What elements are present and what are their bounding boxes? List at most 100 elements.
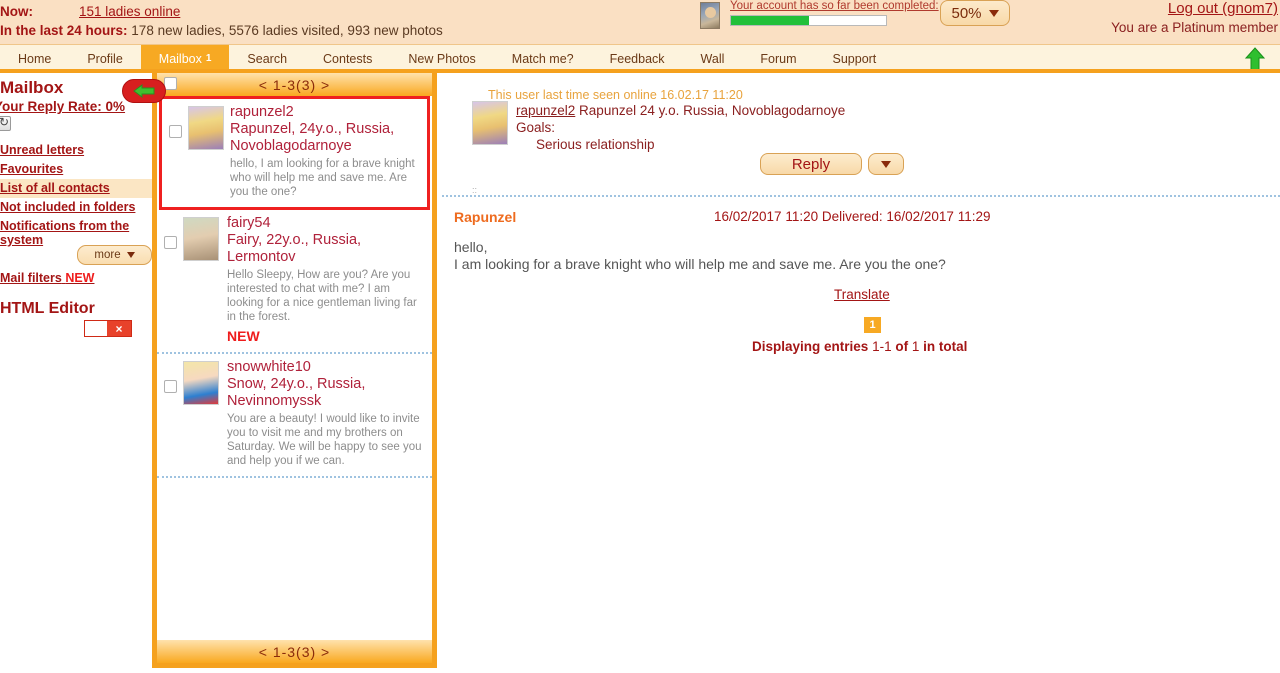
message-profile-meta: Snow, 24y.o., Russia, Nevinnomyssk — [227, 376, 426, 410]
pager-top-text[interactable]: < 1-3(3) > — [259, 77, 330, 93]
close-icon[interactable]: × — [107, 321, 131, 336]
message-list-panel: < 1-3(3) > rapunzel2Rapunzel, 24y.o., Ru… — [152, 73, 437, 668]
message-checkbox[interactable] — [164, 380, 177, 393]
last-seen-text: This user last time seen online 16.02.17… — [488, 88, 743, 102]
account-completion-block: Your account has so far been completed: — [730, 0, 930, 26]
message-checkbox[interactable] — [169, 125, 182, 138]
account-progress-fill — [731, 16, 809, 25]
message-list: rapunzel2Rapunzel, 24y.o., Russia, Novob… — [157, 96, 432, 640]
nav-tab-mailbox[interactable]: Mailbox1 — [141, 45, 230, 72]
logout-link[interactable]: Log out (gnom7) — [1168, 0, 1278, 17]
message-checkbox[interactable] — [164, 236, 177, 249]
message-list-item[interactable]: rapunzel2Rapunzel, 24y.o., Russia, Novob… — [159, 96, 430, 210]
profile-avatar[interactable] — [472, 101, 508, 145]
html-editor-title: HTML Editor — [0, 300, 95, 318]
sidebar-item-unread-letters[interactable]: Unread letters — [0, 141, 152, 160]
collapse-marker-icon[interactable]: :: — [472, 185, 477, 195]
message-username[interactable]: snowwhite10 — [227, 359, 426, 376]
nav-tab-label: Search — [247, 52, 287, 66]
ladies-online-link[interactable]: 151 ladies online — [79, 4, 180, 19]
completion-percent-dropdown[interactable]: 50% — [940, 0, 1010, 26]
pager-top: < 1-3(3) > — [157, 73, 432, 96]
nav-tab-contests[interactable]: Contests — [305, 45, 390, 72]
pager-bottom-text[interactable]: < 1-3(3) > — [259, 644, 330, 660]
conversation-panel: This user last time seen online 16.02.17… — [442, 73, 1280, 673]
chevron-down-icon — [989, 10, 999, 17]
now-row: Now: 151 ladies online — [0, 2, 180, 20]
translate-link[interactable]: Translate — [834, 287, 890, 302]
nav-tab-feedback[interactable]: Feedback — [592, 45, 683, 72]
more-folders-label: more — [94, 249, 120, 261]
sidebar-item-list-of-all-contacts[interactable]: List of all contacts — [0, 179, 152, 198]
entries-of: of — [895, 339, 908, 354]
nav-tab-label: New Photos — [408, 52, 475, 66]
message-preview: Hello Sleepy, How are you? Are you inter… — [227, 268, 426, 324]
last-24-label: In the last 24 hours: — [0, 23, 128, 38]
more-folders-button[interactable]: more — [77, 245, 152, 265]
pager-bottom: < 1-3(3) > — [157, 640, 432, 663]
fairy-avatar[interactable] — [183, 217, 219, 261]
nav-tab-match-me[interactable]: Match me? — [494, 45, 592, 72]
entries-total: 1 — [912, 339, 920, 354]
message-new-badge: NEW — [227, 328, 426, 344]
main-navigation: Home Profile Mailbox1 Search Contests New Pho… — [0, 44, 1280, 71]
rapunzel-avatar[interactable] — [188, 106, 224, 150]
now-label: Now: — [0, 4, 33, 19]
html-editor-field[interactable] — [85, 321, 107, 336]
nav-tab-wall[interactable]: Wall — [683, 45, 743, 72]
html-editor-toolbar[interactable]: × — [84, 320, 132, 337]
pagination-page-1[interactable]: 1 — [864, 317, 881, 333]
mail-filters-link[interactable]: Mail filters NEW — [0, 271, 94, 285]
message-username[interactable]: fairy54 — [227, 215, 426, 232]
message-text-block: fairy54Fairy, 22y.o., Russia, LermontovH… — [227, 215, 426, 324]
nav-tab-new-photos[interactable]: New Photos — [390, 45, 493, 72]
scroll-up-arrow-icon[interactable] — [1244, 47, 1266, 71]
nav-tab-list: Home Profile Mailbox1 Search Contests New Pho… — [0, 45, 894, 72]
nav-tab-label: Forum — [760, 52, 796, 66]
reply-button[interactable]: Reply — [760, 153, 862, 175]
reply-button-group: Reply — [760, 153, 904, 175]
nav-tab-label: Mailbox — [159, 52, 202, 66]
message-username[interactable]: rapunzel2 — [230, 104, 421, 121]
chevron-down-icon — [881, 161, 891, 168]
thread-message-body: hello, I am looking for a brave knight w… — [454, 239, 946, 273]
account-thumbnail — [700, 2, 720, 29]
sidebar-item-favourites[interactable]: Favourites — [0, 160, 152, 179]
back-arrow-button[interactable] — [122, 79, 166, 103]
reply-rate-link[interactable]: Your Reply Rate: 0% — [0, 99, 125, 114]
message-list-item[interactable]: fairy54Fairy, 22y.o., Russia, LermontovH… — [157, 210, 432, 354]
thread-message-line-2: I am looking for a brave knight who will… — [454, 256, 946, 273]
section-divider — [442, 195, 1280, 197]
nav-tab-label: Profile — [87, 52, 122, 66]
entries-label: Displaying entries — [752, 339, 868, 354]
message-profile-meta: Fairy, 22y.o., Russia, Lermontov — [227, 232, 426, 266]
message-list-item[interactable]: snowwhite10Snow, 24y.o., Russia, Nevinno… — [157, 354, 432, 478]
entries-range: 1-1 — [872, 339, 892, 354]
sidebar-link-list: Unread lettersFavouritesList of all cont… — [0, 141, 152, 250]
profile-headline: rapunzel2 Rapunzel 24 y.o. Russia, Novob… — [516, 103, 845, 118]
refresh-icon[interactable] — [0, 116, 11, 131]
last-24-hours-row: In the last 24 hours: 178 new ladies, 55… — [0, 23, 443, 38]
goals-value: Serious relationship — [536, 137, 655, 152]
snowwhite-avatar[interactable] — [183, 361, 219, 405]
nav-tab-profile[interactable]: Profile — [69, 45, 140, 72]
nav-tab-home[interactable]: Home — [0, 45, 69, 72]
message-preview: You are a beauty! I would like to invite… — [227, 412, 426, 468]
top-status-bar: Now: 151 ladies online In the last 24 ho… — [0, 0, 1280, 44]
entries-summary: Displaying entries 1-1 of 1 in total — [752, 339, 967, 354]
nav-tab-support[interactable]: Support — [815, 45, 895, 72]
nav-tab-label: Support — [833, 52, 877, 66]
reply-options-button[interactable] — [868, 153, 904, 175]
nav-tab-label: Home — [18, 52, 51, 66]
select-all-checkbox[interactable] — [164, 77, 177, 90]
nav-tab-label: Contests — [323, 52, 372, 66]
profile-username-link[interactable]: rapunzel2 — [516, 103, 575, 118]
sidebar-item-not-included-in-folders[interactable]: Not included in folders — [0, 198, 152, 217]
entries-suffix: in total — [923, 339, 967, 354]
nav-tab-forum[interactable]: Forum — [742, 45, 814, 72]
completion-percent-value: 50% — [951, 5, 981, 22]
goals-label: Goals: — [516, 120, 555, 135]
nav-tab-search[interactable]: Search — [229, 45, 305, 72]
mailbox-sidebar: Mailbox Your Reply Rate: 0% Unread lette… — [0, 73, 152, 673]
chevron-down-icon — [127, 252, 135, 258]
